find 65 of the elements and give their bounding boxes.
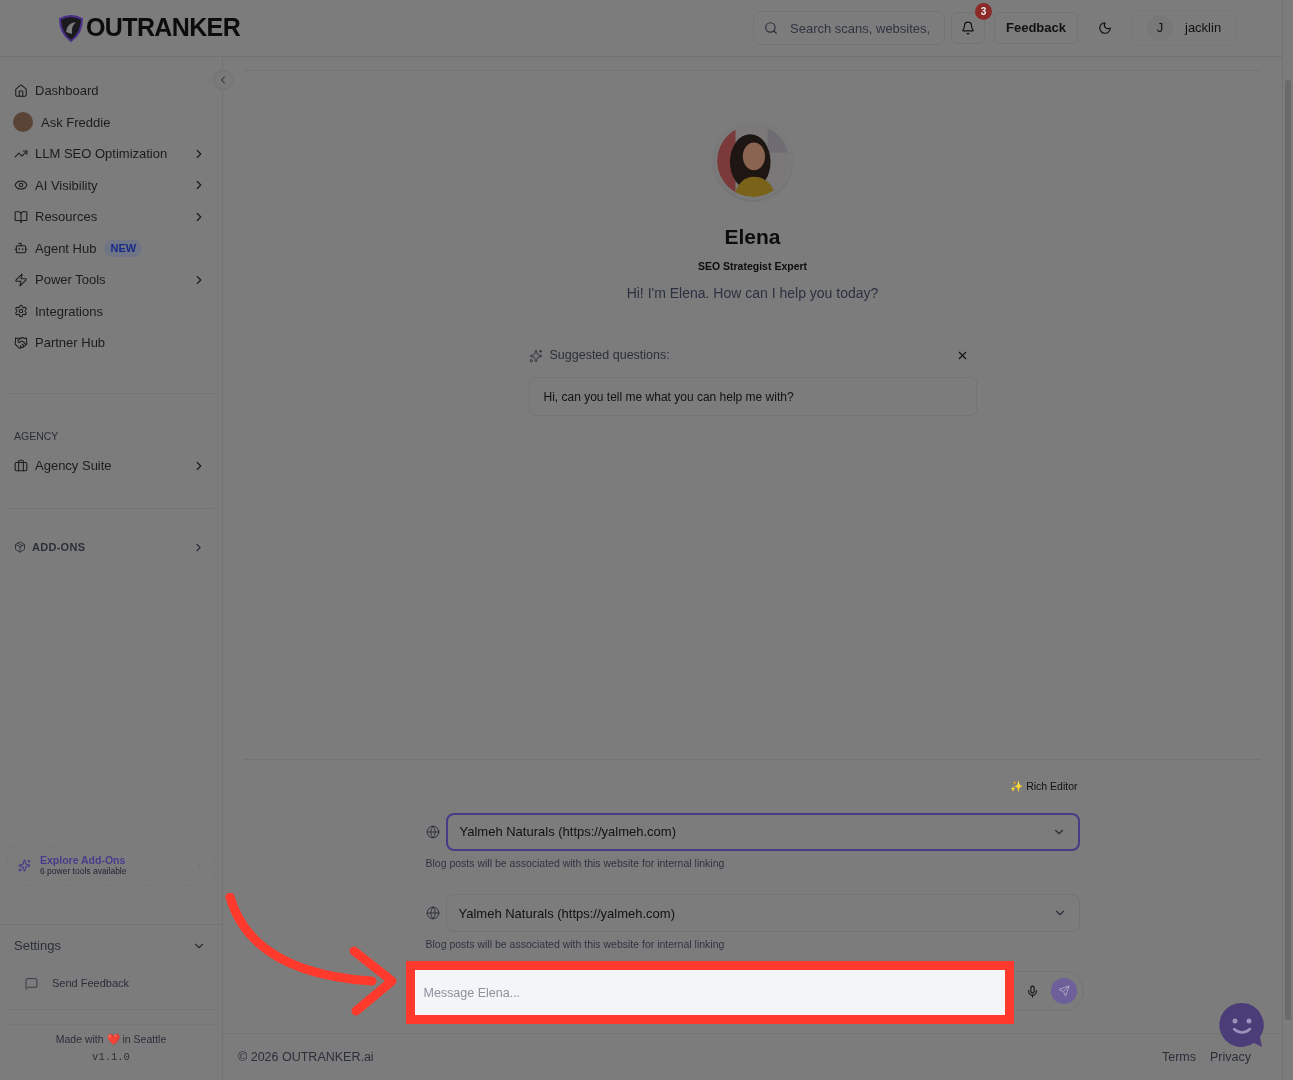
send-button[interactable]	[1050, 978, 1077, 1004]
sidebar-item[interactable]: Ask Freddie	[0, 106, 208, 138]
send-icon	[1057, 985, 1070, 997]
shield-icon	[57, 14, 85, 42]
suggested-heading: Suggested questions:	[549, 347, 670, 365]
robot-icon	[14, 241, 28, 256]
sidebar-item[interactable]: Partner Hub	[0, 327, 208, 359]
search-field[interactable]: Search scans, websites,	[753, 11, 945, 45]
send-feedback-item[interactable]: Send Feedback	[0, 968, 222, 999]
suggested-question[interactable]: Hi, can you tell me what you can help me with?	[528, 377, 977, 416]
sidebar-item[interactable]: AI Visibility	[0, 169, 208, 201]
hint-text: Blog posts will be associated with this website for internal linking	[425, 937, 726, 953]
version-text: v1.1.0	[91, 1050, 131, 1066]
message-input[interactable]: Message Elena...	[414, 970, 1005, 1015]
section-heading: AGENCY	[13, 428, 60, 444]
notification-count: 3	[975, 3, 992, 20]
feedback-button[interactable]: Feedback	[994, 12, 1078, 44]
website-select[interactable]: Yalmeh Naturals (https://yalmeh.com)	[445, 812, 1080, 851]
explore-title: Explore Add-Ons	[40, 854, 127, 866]
greeting-text: Hi! I'm Elena. How can I help you today?	[626, 284, 879, 304]
lightning-icon	[14, 272, 28, 287]
settings-icon	[14, 304, 28, 319]
hint-text: Blog posts will be associated with this website for internal linking	[425, 855, 726, 871]
moon-icon[interactable]	[1098, 21, 1112, 35]
explore-addons-card[interactable]: Explore Add-Ons 6 power tools available	[7, 845, 215, 886]
user-name: jacklin	[1185, 19, 1222, 38]
avatar-icon	[13, 112, 33, 133]
explore-subtitle: 6 power tools available	[40, 865, 127, 877]
sidebar-item[interactable]: Agency Suite	[0, 450, 222, 482]
sidebar-item[interactable]: Integrations	[0, 295, 208, 327]
sparkles-icon	[18, 859, 31, 872]
handshake-icon	[14, 335, 28, 350]
made-with-text: Made with ❤ in Seattle	[54, 1031, 168, 1047]
briefcase-icon	[14, 458, 28, 473]
role-label: SEO Strategist Expert	[697, 258, 808, 274]
agent-name: Elena	[724, 224, 781, 250]
mic-icon[interactable]	[1025, 984, 1039, 998]
package-icon	[14, 541, 26, 554]
website-select[interactable]: Yalmeh Naturals (https://yalmeh.com)	[445, 894, 1080, 933]
chat-bubble-button[interactable]	[1218, 1001, 1266, 1049]
bell-icon	[961, 21, 975, 35]
collapse-button[interactable]	[213, 70, 233, 90]
footer-link[interactable]: Terms	[1162, 1047, 1196, 1067]
house-icon	[14, 83, 28, 98]
logo[interactable]: OUTRANKER	[57, 9, 241, 47]
addons-item[interactable]: ADD-ONS	[0, 537, 222, 558]
new-badge: NEW	[104, 239, 143, 257]
user-avatar: J	[1147, 15, 1173, 41]
globe-icon	[425, 824, 440, 839]
user-menu[interactable]: J jacklin	[1132, 10, 1237, 46]
copyright-text: © 2026 OUTRANKER.ai	[238, 1048, 374, 1066]
sidebar-item[interactable]: Power Tools	[0, 264, 208, 296]
footer-link[interactable]: Privacy	[1210, 1047, 1251, 1067]
sidebar-item[interactable]: Resources	[0, 201, 208, 233]
message-icon	[25, 977, 38, 990]
rich-editor-button[interactable]: ✨ Rich Editor	[1010, 778, 1078, 795]
sidebar-item[interactable]: LLM SEO Optimization	[0, 138, 208, 170]
globe-icon	[425, 906, 440, 921]
book-icon	[14, 209, 28, 224]
eye-icon	[14, 178, 28, 193]
settings-toggle[interactable]: Settings	[0, 924, 222, 967]
sidebar-item[interactable]: Agent Hub NEW	[0, 232, 208, 264]
sparkles-icon	[528, 348, 543, 363]
sidebar-item[interactable]: Dashboard	[0, 75, 208, 107]
search-icon	[764, 21, 778, 35]
